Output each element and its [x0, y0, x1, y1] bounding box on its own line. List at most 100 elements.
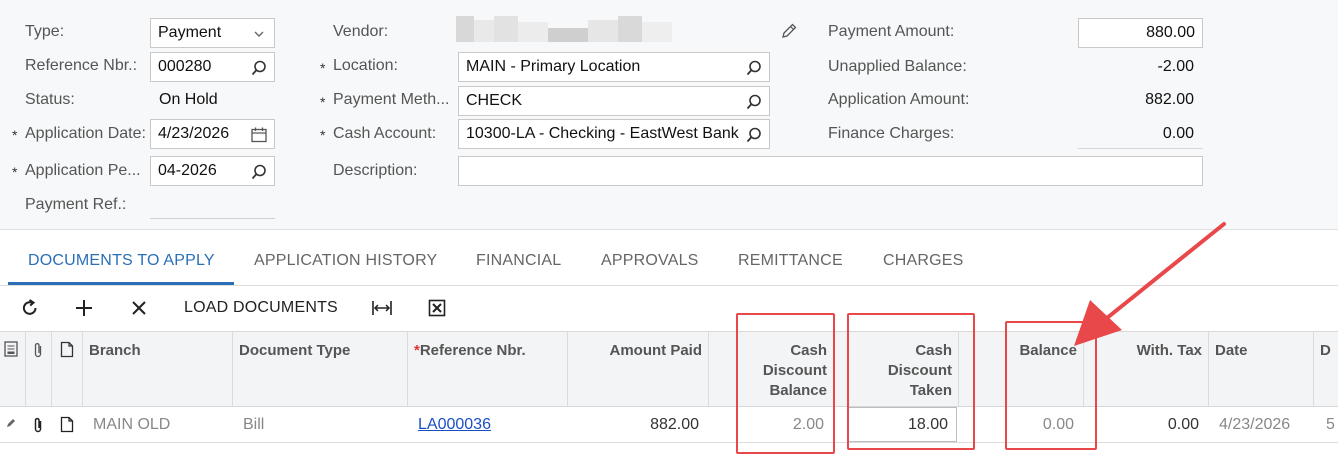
- required-marker: *: [320, 127, 326, 143]
- payment-ref-field[interactable]: [150, 218, 275, 219]
- tab-remittance[interactable]: REMITTANCE: [738, 252, 843, 270]
- row-edit-indicator: [0, 407, 26, 443]
- payment-method-field[interactable]: CHECK: [458, 86, 770, 116]
- application-amount-value: 882.00: [1145, 91, 1194, 108]
- plus-icon: [76, 300, 92, 316]
- document-icon: [60, 416, 74, 433]
- description-field[interactable]: [458, 156, 1203, 186]
- cash-discount-taken-column-header[interactable]: Cash Discount Taken: [834, 332, 959, 406]
- header-line: Discount: [887, 362, 952, 379]
- balance-cell: 0.00: [1042, 416, 1074, 433]
- document-type-cell[interactable]: Bill: [237, 407, 408, 443]
- attachments-column-header[interactable]: [26, 332, 52, 406]
- search-icon[interactable]: [745, 59, 763, 77]
- payment-ref-label: Payment Ref.:: [25, 196, 127, 213]
- status-value: On Hold: [159, 91, 218, 108]
- reference-field[interactable]: 000280: [150, 52, 275, 82]
- delete-row-button[interactable]: [125, 293, 153, 323]
- cash-discount-taken-input[interactable]: 18.00: [848, 407, 957, 442]
- search-icon[interactable]: [250, 163, 268, 181]
- amount-paid-cell[interactable]: 882.00: [568, 407, 705, 443]
- header-line: Balance: [769, 382, 827, 399]
- tab-approvals[interactable]: APPROVALS: [601, 252, 699, 270]
- vendor-value-redacted: [456, 16, 672, 42]
- load-documents-button[interactable]: LOAD DOCUMENTS: [184, 299, 338, 317]
- location-label: Location:: [333, 57, 398, 74]
- cash-account-value: 10300-LA - Checking - EastWest Bank: [466, 125, 739, 142]
- refresh-icon: [22, 299, 37, 315]
- document-icon: [60, 341, 74, 358]
- finance-charges-value: 0.00: [1162, 125, 1194, 142]
- fit-width-icon: [372, 301, 392, 315]
- application-period-field[interactable]: 04-2026: [150, 156, 275, 186]
- reference-nbr-link[interactable]: LA000036: [418, 416, 491, 433]
- date-cell[interactable]: 4/23/2026: [1213, 407, 1314, 443]
- close-icon: [132, 301, 146, 315]
- payment-method-value: CHECK: [466, 92, 523, 109]
- pencil-icon: [7, 419, 15, 427]
- unapplied-balance-value: -2.00: [1157, 58, 1194, 75]
- type-label: Type:: [25, 23, 65, 40]
- reference-nbr-header-label: Reference Nbr.: [419, 342, 526, 359]
- header-line: Taken: [909, 382, 952, 399]
- list-icon: [4, 341, 18, 357]
- tab-documents-to-apply[interactable]: DOCUMENTS TO APPLY: [28, 252, 215, 270]
- fit-columns-button[interactable]: [368, 293, 396, 323]
- cash-account-label: Cash Account:: [333, 125, 437, 142]
- required-marker: *: [320, 60, 326, 76]
- paperclip-icon: [34, 417, 42, 433]
- next-column-cell[interactable]: 5: [1326, 407, 1338, 443]
- payment-form: Type: Payment Reference Nbr.: 000280 Sta…: [0, 0, 1338, 230]
- next-column-header[interactable]: D: [1314, 332, 1338, 406]
- table-row[interactable]: MAIN OLD Bill LA000036 882.00 2.00 18.00…: [0, 407, 1338, 443]
- description-label: Description:: [333, 162, 418, 179]
- row-status-column-header[interactable]: [0, 332, 26, 406]
- document-type-column-header[interactable]: Document Type: [233, 332, 408, 406]
- annotation-arrow-icon: [1074, 222, 1226, 346]
- cash-discount-balance-cell: 2.00: [792, 416, 824, 433]
- tab-application-history[interactable]: APPLICATION HISTORY: [254, 252, 437, 270]
- calendar-icon[interactable]: [250, 126, 268, 144]
- vendor-label: Vendor:: [333, 23, 389, 40]
- application-period-label: Application Pe...: [25, 162, 141, 179]
- reference-label: Reference Nbr.:: [25, 57, 138, 74]
- application-date-value: 4/23/2026: [158, 125, 230, 142]
- location-value: MAIN - Primary Location: [466, 58, 641, 75]
- edit-pencil-icon[interactable]: [780, 22, 798, 40]
- row-attachment-button[interactable]: [26, 407, 52, 443]
- excel-icon: [428, 299, 446, 317]
- payment-method-label: Payment Meth...: [333, 91, 450, 108]
- tab-charges[interactable]: CHARGES: [883, 252, 964, 270]
- reference-value: 000280: [158, 58, 212, 75]
- reference-nbr-cell[interactable]: LA000036: [412, 407, 568, 443]
- location-field[interactable]: MAIN - Primary Location: [458, 52, 770, 82]
- header-line: Cash: [915, 342, 952, 359]
- cash-account-field[interactable]: 10300-LA - Checking - EastWest Bank: [458, 119, 770, 149]
- tab-financial[interactable]: FINANCIAL: [476, 252, 561, 270]
- application-period-value: 04-2026: [158, 162, 217, 179]
- application-date-label: Application Date:: [25, 125, 146, 142]
- header-line: Cash: [790, 342, 827, 359]
- reference-nbr-column-header[interactable]: *Reference Nbr.: [408, 332, 568, 406]
- search-icon[interactable]: [745, 93, 763, 111]
- branch-column-header[interactable]: Branch: [83, 332, 233, 406]
- required-marker: *: [12, 127, 18, 143]
- payment-amount-value: 880.00: [1146, 24, 1195, 41]
- search-icon[interactable]: [250, 59, 268, 77]
- application-date-field[interactable]: 4/23/2026: [150, 119, 275, 149]
- refresh-button[interactable]: [16, 293, 44, 323]
- export-excel-button[interactable]: [424, 293, 450, 323]
- notes-column-header[interactable]: [52, 332, 83, 406]
- type-value: Payment: [158, 24, 222, 41]
- cash-discount-balance-column-header[interactable]: Cash Discount Balance: [709, 332, 834, 406]
- amount-paid-column-header[interactable]: Amount Paid: [568, 332, 709, 406]
- row-note-button[interactable]: [52, 407, 83, 443]
- type-select[interactable]: Payment: [150, 18, 275, 48]
- with-tax-cell[interactable]: 0.00: [1084, 407, 1205, 443]
- add-row-button[interactable]: [70, 293, 98, 323]
- branch-cell[interactable]: MAIN OLD: [87, 407, 233, 443]
- search-icon[interactable]: [745, 126, 763, 144]
- payment-amount-field[interactable]: 880.00: [1078, 18, 1203, 48]
- status-label: Status:: [25, 91, 75, 108]
- required-marker: *: [320, 94, 326, 110]
